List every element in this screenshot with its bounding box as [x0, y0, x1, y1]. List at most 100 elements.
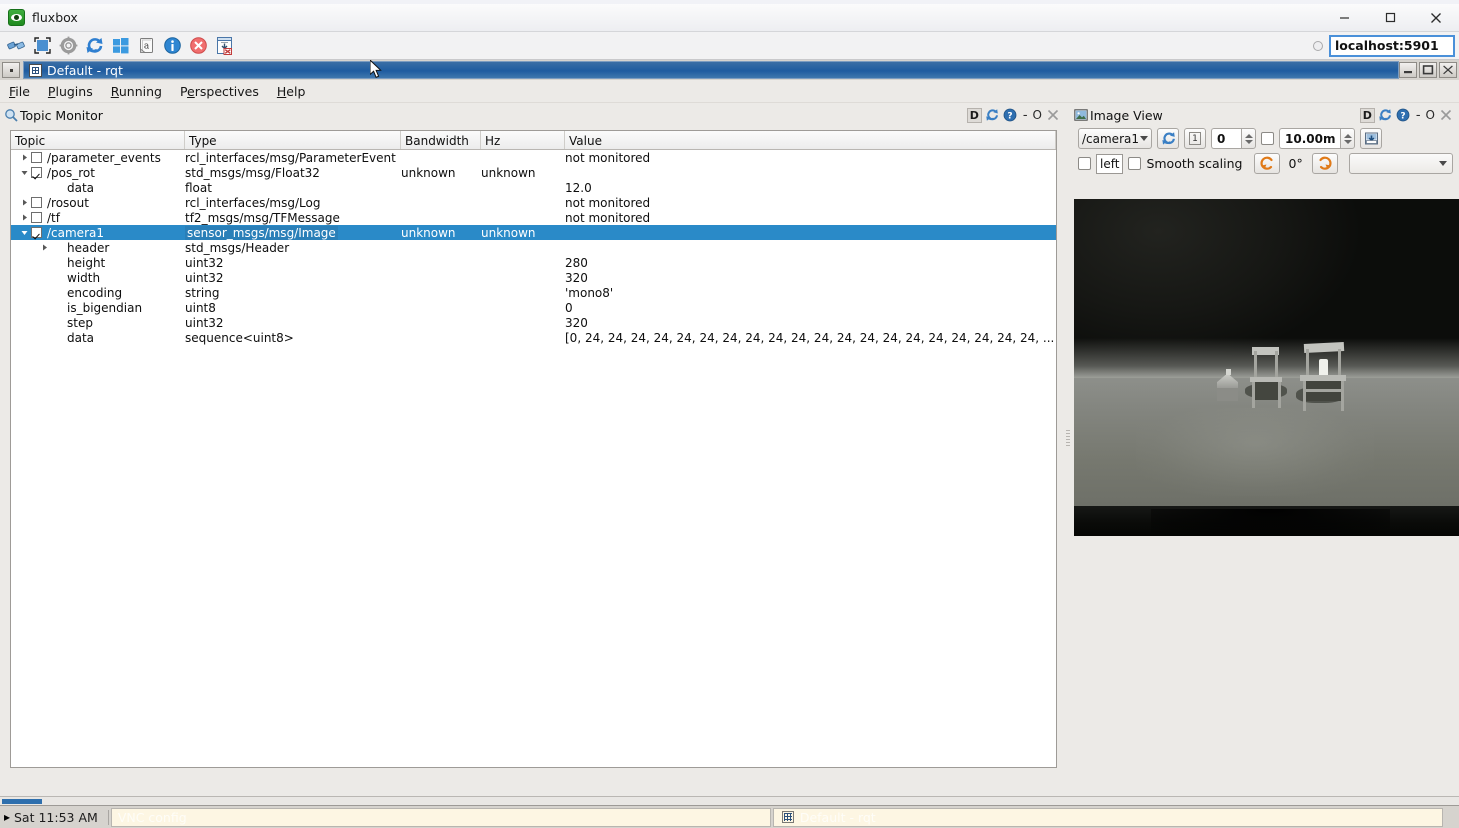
- iv-dock-button[interactable]: D: [1359, 107, 1375, 123]
- rotate-right-button[interactable]: [1311, 153, 1338, 174]
- smooth-scaling-checkbox[interactable]: [1128, 157, 1142, 170]
- table-row[interactable]: step uint32 320: [11, 315, 1056, 330]
- close-button[interactable]: [1413, 4, 1459, 31]
- column-header-topic[interactable]: Topic: [11, 131, 185, 149]
- taskbar-item-rqt[interactable]: Default - rqt: [772, 807, 1443, 827]
- fb-close-button[interactable]: [1439, 62, 1457, 78]
- topic-checkbox[interactable]: [31, 167, 42, 178]
- refresh-topics-button[interactable]: [1157, 128, 1179, 149]
- chevron-down-icon[interactable]: [19, 168, 29, 178]
- mouse-topic-input[interactable]: left: [1096, 153, 1124, 174]
- cell-topic: step: [11, 316, 185, 330]
- chevron-right-icon[interactable]: [19, 198, 29, 208]
- rotation-label: 0°: [1288, 156, 1303, 171]
- save-image-button[interactable]: [1360, 128, 1383, 149]
- refresh-icon[interactable]: [83, 35, 105, 57]
- cell-topic-label: /camera1: [47, 225, 104, 240]
- table-row[interactable]: encoding string 'mono8': [11, 285, 1056, 300]
- workspace-arrow-icon[interactable]: ▸: [0, 810, 14, 824]
- menu-perspectives[interactable]: Perspectives: [171, 82, 268, 101]
- spin-down-icon[interactable]: [1244, 139, 1253, 144]
- cell-type: std_msgs/Header: [185, 241, 401, 255]
- image-topic-combo[interactable]: /camera1: [1078, 128, 1152, 149]
- dock-button[interactable]: D: [966, 107, 982, 123]
- chevron-down-icon[interactable]: [19, 228, 29, 238]
- topic-tree[interactable]: Topic Type Bandwidth Hz Value /parameter…: [10, 130, 1057, 768]
- rqt-titlebar-active[interactable]: Default - rqt: [23, 61, 1399, 79]
- clipboard-icon[interactable]: a: [135, 35, 157, 57]
- table-row[interactable]: is_bigendian uint8 0: [11, 300, 1056, 315]
- options-gear-icon[interactable]: [57, 35, 79, 57]
- table-row[interactable]: /camera1 sensor_msgs/msg/Image unknown unkn…: [11, 225, 1056, 240]
- max-range-spin-up-icon[interactable]: [1343, 133, 1352, 138]
- spin-up-icon[interactable]: [1244, 133, 1253, 138]
- column-header-hz[interactable]: Hz: [481, 131, 565, 149]
- iv-close-panel-button[interactable]: [1438, 108, 1453, 123]
- image-index-value[interactable]: 0: [1211, 128, 1241, 149]
- menu-help[interactable]: Help: [268, 82, 315, 101]
- image-index-spinbox[interactable]: 0: [1211, 128, 1256, 149]
- connect-icon[interactable]: [5, 35, 27, 57]
- fb-maximize-button[interactable]: [1419, 62, 1437, 78]
- image-index-spin-buttons[interactable]: [1241, 128, 1256, 149]
- menu-running[interactable]: Running: [102, 82, 171, 101]
- column-header-value[interactable]: Value: [565, 131, 1056, 149]
- float-panel-button[interactable]: O: [1033, 108, 1042, 122]
- minimize-panel-button[interactable]: -: [1021, 108, 1030, 123]
- publish-click-location-checkbox[interactable]: [1078, 157, 1091, 170]
- ctrl-alt-del-icon[interactable]: [213, 35, 235, 57]
- table-row[interactable]: /parameter_events rcl_interfaces/msg/Para…: [11, 150, 1056, 165]
- table-row[interactable]: data sequence<uint8> [0, 24, 24, 24, 24, 2…: [11, 330, 1056, 345]
- menu-file[interactable]: File: [0, 82, 39, 101]
- disconnect-icon[interactable]: [187, 35, 209, 57]
- max-range-spinbox[interactable]: 10.00m: [1279, 128, 1356, 149]
- camera-image[interactable]: [1074, 199, 1459, 536]
- topic-checkbox[interactable]: [31, 152, 42, 163]
- minimize-button[interactable]: [1321, 4, 1367, 31]
- dynamic-range-checkbox[interactable]: [1261, 132, 1274, 145]
- menubar: File Plugins Running Perspectives Help: [0, 80, 1459, 103]
- windows-key-icon[interactable]: [109, 35, 131, 57]
- max-range-value[interactable]: 10.00m: [1279, 128, 1341, 149]
- info-icon[interactable]: [161, 35, 183, 57]
- iv-reload-icon[interactable]: [1378, 108, 1393, 123]
- fullscreen-icon[interactable]: [31, 35, 53, 57]
- numbered-button[interactable]: 1: [1184, 128, 1206, 149]
- vnc-address-input[interactable]: [1329, 34, 1455, 57]
- help-icon[interactable]: ?: [1003, 108, 1018, 123]
- cell-type-text: float: [185, 180, 212, 195]
- rotate-left-button[interactable]: [1253, 153, 1280, 174]
- iv-float-panel-button[interactable]: O: [1426, 108, 1435, 122]
- taskbar-item-vnc-config[interactable]: VNC config: [110, 807, 771, 827]
- column-header-bandwidth[interactable]: Bandwidth: [401, 131, 481, 149]
- iv-minimize-panel-button[interactable]: -: [1414, 108, 1423, 123]
- chevron-right-icon[interactable]: [39, 243, 49, 253]
- topic-checkbox[interactable]: [31, 212, 42, 223]
- cell-type: rcl_interfaces/msg/ParameterEvent: [185, 151, 401, 165]
- fb-minimize-button[interactable]: [1399, 62, 1417, 78]
- cell-hz-text: unknown: [481, 225, 536, 240]
- table-row[interactable]: /tf tf2_msgs/msg/TFMessage not monitored: [11, 210, 1056, 225]
- extra-combo[interactable]: [1348, 153, 1453, 174]
- chevron-right-icon[interactable]: [19, 153, 29, 163]
- table-row[interactable]: /rosout rcl_interfaces/msg/Log not monitor…: [11, 195, 1056, 210]
- iv-help-icon[interactable]: ?: [1396, 108, 1411, 123]
- topic-tree-body[interactable]: /parameter_events rcl_interfaces/msg/Para…: [11, 150, 1056, 345]
- table-row[interactable]: data float 12.0: [11, 180, 1056, 195]
- menu-plugins[interactable]: Plugins: [39, 82, 102, 101]
- close-panel-button[interactable]: [1045, 108, 1060, 123]
- topic-checkbox[interactable]: [31, 227, 42, 238]
- table-row[interactable]: height uint32 280: [11, 255, 1056, 270]
- max-range-spin-down-icon[interactable]: [1343, 139, 1352, 144]
- column-header-type[interactable]: Type: [185, 131, 401, 149]
- maximize-button[interactable]: [1367, 4, 1413, 31]
- cell-topic-label: height: [67, 255, 106, 270]
- table-row[interactable]: /pos_rot std_msgs/msg/Float32 unknown unkno…: [11, 165, 1056, 180]
- max-range-spin-buttons[interactable]: [1340, 128, 1356, 149]
- topic-checkbox[interactable]: [31, 197, 42, 208]
- chevron-right-icon[interactable]: [19, 213, 29, 223]
- table-row[interactable]: header std_msgs/Header: [11, 240, 1056, 255]
- fb-menu-button[interactable]: [2, 62, 20, 78]
- reload-icon[interactable]: [985, 108, 1000, 123]
- table-row[interactable]: width uint32 320: [11, 270, 1056, 285]
